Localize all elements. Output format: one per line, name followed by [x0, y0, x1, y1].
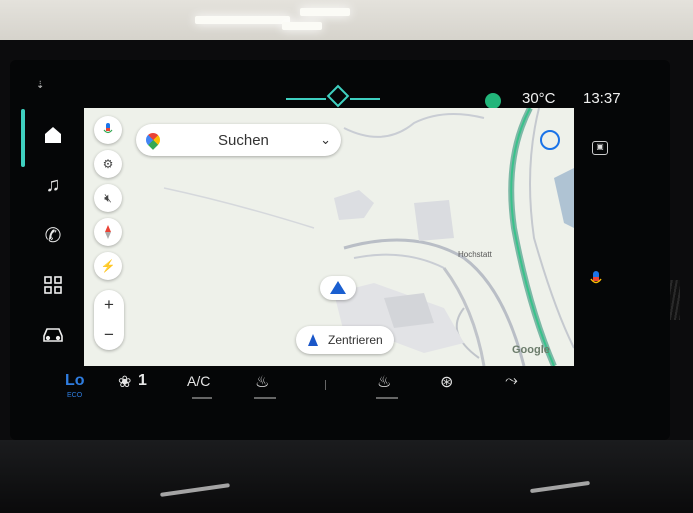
ac-button[interactable]: A/C [187, 373, 210, 389]
connection-status-icon[interactable] [485, 93, 501, 109]
zoom-out-button[interactable]: − [94, 320, 124, 350]
microphone-icon[interactable] [94, 116, 122, 144]
map-attribution: Google [512, 344, 550, 356]
search-bar[interactable]: Suchen ⌄ [136, 124, 341, 156]
mute-icon[interactable]: 🔇︎ [94, 184, 122, 212]
climate-divider [325, 380, 326, 390]
music-icon[interactable]: ♫ [28, 167, 78, 203]
map-place-label: Hochstatt [458, 250, 492, 259]
navigation-arrow-icon [308, 334, 318, 346]
ceiling-light [195, 16, 290, 24]
navigation-map[interactable]: Suchen ⌄ ⚙ 🔇︎ ⚡ + − Hochstatt Zentrieren… [84, 108, 574, 366]
left-navigation: ♫ ✆ [21, 105, 78, 375]
steering-wheel-heat-icon[interactable]: ⊛ [440, 372, 453, 392]
eco-label: ECO [67, 392, 83, 399]
compass-icon[interactable] [94, 218, 122, 246]
seat-icon[interactable]: ⇣ [36, 80, 44, 91]
airflow-icon[interactable]: ⤳ [505, 372, 518, 390]
brand-logo-icon [326, 84, 350, 108]
header-accent-line [286, 98, 326, 100]
light-reflection [530, 480, 590, 494]
chevron-down-icon[interactable]: ⌄ [320, 132, 331, 148]
header-accent-line [350, 98, 380, 100]
fan-icon[interactable]: ❀ [118, 372, 131, 392]
recenter-button[interactable]: Zentrieren [296, 326, 394, 354]
home-icon[interactable] [28, 117, 78, 153]
ceiling-light [282, 22, 322, 30]
zoom-in-button[interactable]: + [94, 290, 124, 320]
right-side-panel: ▣ [576, 105, 670, 365]
seat-heat-icon[interactable]: ♨ [255, 372, 269, 392]
infotainment-screen: 30°C 13:37 ⇣ ♫ ✆ ▣ Suchen ⌄ ⚙ 🔇︎ ⚡ + − H… [10, 60, 670, 440]
dashboard-lower-trim [0, 440, 693, 513]
recenter-label: Zentrieren [328, 333, 383, 347]
google-maps-pin-icon [143, 130, 163, 150]
rear-defrost-icon[interactable]: ♨ [377, 372, 391, 392]
zoom-control: + − [94, 290, 124, 350]
active-indicator [21, 109, 25, 167]
climate-bar: Lo ECO ❀ 1 A/C ♨ ♨ ⊛ ⤳ [10, 370, 670, 410]
fan-speed-value[interactable]: 1 [138, 372, 147, 390]
seat-heat-level [254, 397, 276, 399]
phone-icon[interactable]: ✆ [28, 217, 78, 253]
ac-indicator [192, 397, 212, 399]
camera-icon[interactable]: ▣ [592, 141, 608, 155]
apps-icon[interactable] [28, 267, 78, 303]
status-bar: 30°C 13:37 ⇣ [10, 60, 670, 109]
car-icon[interactable] [28, 317, 78, 353]
climate-mode-value[interactable]: Lo [65, 372, 85, 390]
layers-ev-icon[interactable]: ⚡ [94, 252, 122, 280]
current-location-arrow-icon [320, 276, 356, 300]
voice-assistant-icon[interactable] [590, 270, 602, 288]
account-icon[interactable] [540, 130, 560, 150]
settings-gear-icon[interactable]: ⚙ [94, 150, 122, 178]
outside-temperature: 30°C [522, 90, 556, 107]
ceiling-light [300, 8, 350, 16]
light-reflection [160, 483, 230, 497]
rear-defrost-level [376, 397, 398, 399]
search-placeholder: Suchen [218, 131, 269, 149]
